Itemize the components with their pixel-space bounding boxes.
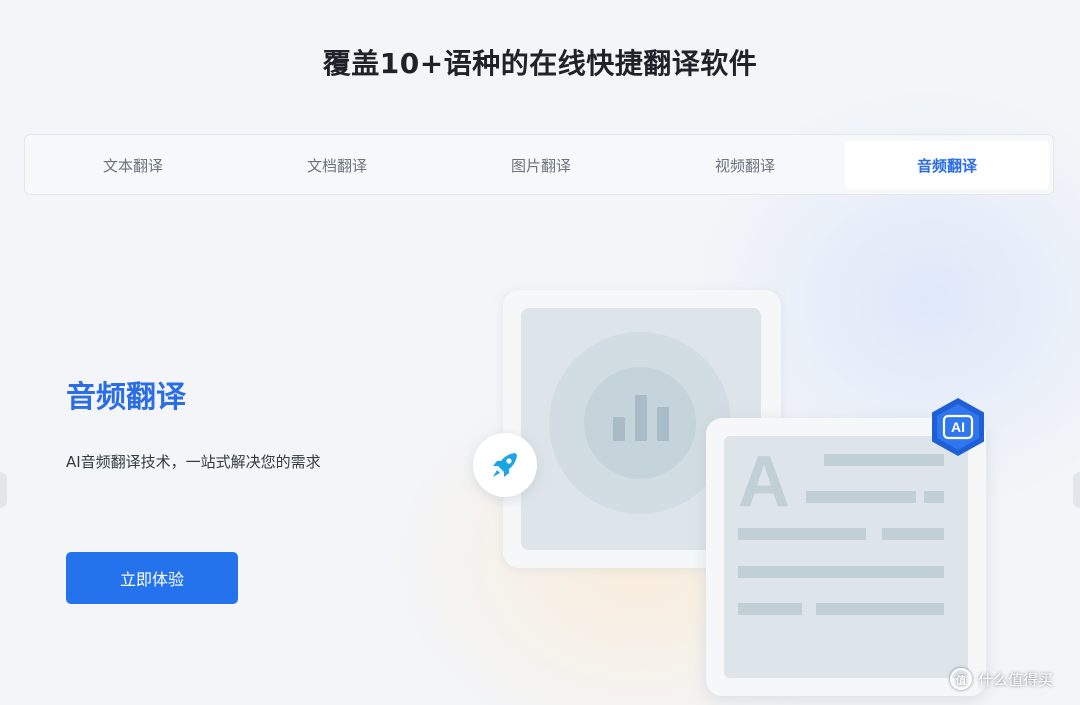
doc-line: [824, 454, 944, 466]
audio-bars-icon: [584, 367, 696, 479]
doc-line: [738, 603, 802, 615]
doc-line: [882, 528, 944, 540]
tab-bar: 文本翻译 文档翻译 图片翻译 视频翻译 音频翻译: [24, 134, 1054, 195]
watermark: 值 什么值得买: [950, 668, 1053, 690]
ai-badge-text: AI: [951, 419, 965, 435]
hero-description: AI音频翻译技术，一站式解决您的需求: [66, 453, 321, 471]
hero-title: 音频翻译: [66, 380, 186, 415]
tab-document-translation[interactable]: 文档翻译: [235, 141, 439, 189]
carousel-prev-arrow[interactable]: [0, 472, 7, 508]
page-title: 覆盖10+语种的在线快捷翻译软件: [322, 47, 758, 80]
tab-audio-translation[interactable]: 音频翻译: [845, 141, 1049, 189]
watermark-text: 什么值得买: [978, 670, 1054, 689]
rocket-icon: [473, 433, 537, 497]
ai-badge-icon: AI: [928, 397, 988, 457]
document-letter: A: [738, 442, 790, 522]
carousel-next-arrow[interactable]: [1073, 472, 1080, 508]
tab-text-translation[interactable]: 文本翻译: [31, 141, 235, 189]
doc-line: [924, 491, 944, 503]
tab-video-translation[interactable]: 视频翻译: [643, 141, 847, 189]
doc-line: [816, 603, 944, 615]
try-now-button[interactable]: 立即体验: [66, 552, 238, 604]
doc-line: [738, 566, 944, 578]
tab-image-translation[interactable]: 图片翻译: [439, 141, 643, 189]
doc-line: [738, 528, 866, 540]
watermark-logo-icon: 值: [950, 668, 972, 690]
doc-line: [806, 491, 916, 503]
document-card: A: [706, 418, 986, 696]
